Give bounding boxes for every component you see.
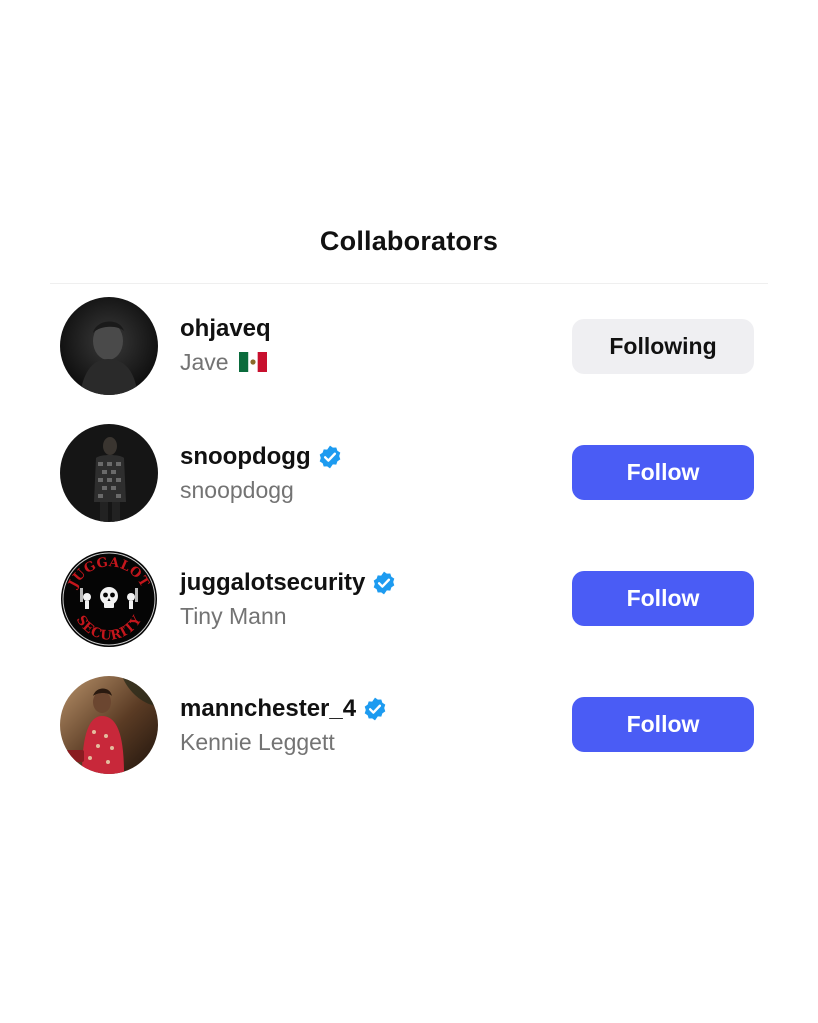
fullname-line: Kennie Leggett (180, 727, 335, 757)
fullname-line: Jave (180, 347, 267, 377)
fullname-line: snoopdogg (180, 475, 294, 505)
full-name: Tiny Mann (180, 602, 287, 629)
username[interactable]: ohjaveq (180, 315, 271, 343)
avatar-ohjaveq[interactable] (60, 297, 158, 395)
avatar-photo-figure-dark (60, 424, 158, 522)
juggalot-security-logo-icon: JUGGALOT SECURITY (60, 550, 158, 648)
fullname-line: Tiny Mann (180, 601, 287, 631)
username-line: mannchester_4 (180, 694, 388, 724)
username-line: juggalotsecurity (180, 568, 397, 598)
sheet-title: Collaborators (319, 226, 499, 256)
full-name: Jave (180, 348, 229, 375)
username[interactable]: juggalotsecurity (180, 569, 365, 597)
avatar-mannchester_4[interactable] (60, 676, 158, 774)
avatar-photo-red-outfit (60, 676, 158, 774)
verified-badge-icon (362, 696, 388, 722)
username-line: ohjaveq (180, 314, 271, 344)
mexico-flag-icon (238, 352, 267, 372)
full-name: Kennie Leggett (180, 728, 335, 755)
title-divider (50, 283, 768, 284)
collaborator-row-snoopdogg: snoopdogg snoopdogg Follow (0, 424, 818, 524)
collaborators-sheet: Collaborators ohjaveq Jave Following sno… (0, 0, 818, 1023)
collaborator-row-ohjaveq: ohjaveq Jave Following (0, 297, 818, 397)
username[interactable]: snoopdogg (180, 443, 311, 471)
username-line: snoopdogg (180, 442, 343, 472)
full-name: snoopdogg (180, 476, 294, 503)
verified-badge-icon (317, 444, 343, 470)
collaborator-row-mannchester_4: mannchester_4 Kennie Leggett Follow (0, 676, 818, 776)
follow-button[interactable]: Follow (572, 445, 754, 500)
follow-button[interactable]: Follow (572, 571, 754, 626)
following-button[interactable]: Following (572, 319, 754, 374)
verified-badge-icon (371, 570, 397, 596)
follow-button[interactable]: Follow (572, 697, 754, 752)
collaborator-row-juggalotsecurity: JUGGALOT SECURITY juggalotsecurity Tiny … (0, 550, 818, 650)
avatar-photo-dark-portrait (60, 297, 158, 395)
username[interactable]: mannchester_4 (180, 695, 356, 723)
avatar-snoopdogg[interactable] (60, 424, 158, 522)
avatar-juggalotsecurity[interactable]: JUGGALOT SECURITY (60, 550, 158, 648)
